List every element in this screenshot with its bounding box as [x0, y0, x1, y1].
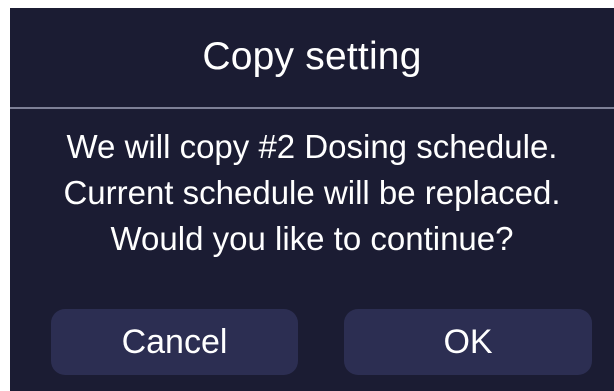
- dialog-message: We will copy #2 Dosing schedule. Current…: [10, 124, 614, 262]
- message-line-3: Would you like to continue?: [110, 220, 514, 257]
- title-divider: [10, 107, 614, 109]
- copy-setting-dialog: Copy setting We will copy #2 Dosing sche…: [10, 8, 614, 391]
- message-line-2: Current schedule will be replaced.: [63, 174, 561, 211]
- dialog-title: Copy setting: [202, 35, 422, 78]
- cancel-button[interactable]: Cancel: [51, 309, 298, 375]
- message-line-1: We will copy #2 Dosing schedule.: [66, 128, 558, 165]
- ok-button[interactable]: OK: [344, 309, 592, 375]
